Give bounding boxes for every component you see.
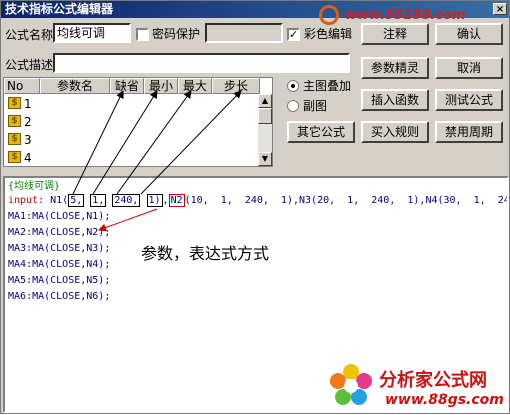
table-row[interactable]: $4: [4, 149, 260, 166]
color-edit-checkbox[interactable]: ✓: [287, 28, 300, 41]
color-edit-label: 彩色编辑: [304, 27, 353, 41]
code-ma-line: MA6:MA(CLOSE,N6);: [8, 291, 111, 302]
code-ma-line: MA1:MA(CLOSE,N1);: [8, 211, 111, 222]
params-wizard-button[interactable]: 参数精灵: [361, 57, 429, 79]
main-overlay-label: 主图叠加: [303, 79, 352, 93]
formula-editor-window: 技术指标公式编辑器 × www.55188.com 公式名称 均线可调 密码保护…: [0, 0, 510, 414]
param-step-box: 1): [146, 194, 163, 207]
main-overlay-radio[interactable]: [287, 80, 299, 92]
confirm-button[interactable]: 确认: [435, 23, 503, 45]
dollar-param-icon: $: [8, 133, 21, 145]
formula-name-input[interactable]: 均线可调: [53, 23, 131, 43]
insert-function-button[interactable]: 插入函数: [361, 89, 429, 111]
buy-rule-button[interactable]: 买入规则: [361, 121, 429, 143]
scroll-down-icon[interactable]: ▼: [258, 152, 272, 166]
watermark-url: www.55188.com: [345, 8, 466, 23]
flower-logo-icon: [330, 364, 372, 405]
row-number: 1: [24, 97, 32, 111]
code-comment-line: {均线可调}: [8, 181, 61, 192]
dollar-param-icon: $: [8, 151, 21, 163]
sub-chart-label: 副图: [303, 99, 328, 113]
code-ma-line: MA5:MA(CLOSE,N5);: [8, 275, 111, 286]
row-number: 2: [24, 115, 32, 129]
col-default[interactable]: 缺省: [110, 78, 144, 94]
n1-name: N1(: [50, 195, 69, 206]
scroll-thumb[interactable]: [258, 108, 272, 124]
annotation-text: 参数，表达式方式: [141, 244, 270, 263]
code-editor[interactable]: {均线可调} input: N1(5, 1, 240, 1), N2 (10, 1,…: [3, 176, 509, 413]
brand-name: 分析家公式网: [379, 370, 487, 391]
code-ma-line: MA4:MA(CLOSE,N4);: [8, 259, 111, 270]
code-ma-line: MA2:MA(CLOSE,N2);: [8, 227, 111, 238]
brand-url: www.88gs.com: [385, 392, 504, 408]
comment-button[interactable]: 注释: [361, 23, 429, 45]
dollar-param-icon: $: [8, 97, 21, 109]
input-keyword: input:: [8, 195, 45, 206]
param-min-box: 1,: [90, 194, 107, 207]
param-max-box: 240,: [112, 194, 141, 207]
code-input-line: input: N1(5, 1, 240, 1), N2 (10, 1, 240, 1…: [8, 194, 509, 208]
parameter-table: No 参数名 缺省 最小 最大 步长 $1 $2 $3 $4 ▲ ▼: [3, 77, 273, 167]
other-formula-button[interactable]: 其它公式: [287, 121, 355, 143]
dollar-param-icon: $: [8, 115, 21, 127]
password-checkbox[interactable]: [136, 28, 149, 41]
param-separator: ,: [162, 195, 169, 206]
test-formula-button[interactable]: 测试公式: [435, 89, 503, 111]
cancel-button[interactable]: 取消: [435, 57, 503, 79]
formula-desc-input[interactable]: [53, 53, 350, 73]
code-ma-line: MA3:MA(CLOSE,N3);: [8, 243, 111, 254]
n2-name-box: N2: [168, 194, 185, 207]
formula-name-value: 均线可调: [57, 26, 106, 40]
password-label: 密码保护: [152, 27, 201, 41]
col-step[interactable]: 步长: [212, 78, 260, 94]
sub-chart-radio[interactable]: [287, 100, 299, 112]
password-input[interactable]: [205, 23, 283, 43]
col-no[interactable]: No: [4, 78, 40, 94]
formula-desc-label: 公式描述: [5, 58, 54, 72]
row-number: 4: [24, 151, 32, 165]
table-row[interactable]: $3: [4, 131, 260, 149]
watermark-logo-icon: [319, 5, 339, 25]
row-number: 3: [24, 133, 32, 147]
scroll-up-icon[interactable]: ▲: [258, 94, 272, 108]
input-rest: (10, 1, 240, 1),N3(20, 1, 240, 1),N4(30,…: [184, 195, 509, 206]
radio-selected-dot: [291, 84, 295, 88]
col-param-name[interactable]: 参数名: [40, 78, 110, 94]
param-default-box: 5,: [68, 194, 85, 207]
window-title: 技术指标公式编辑器: [5, 2, 114, 16]
table-row[interactable]: $2: [4, 113, 260, 131]
brand-watermark: 分析家公式网 www.88gs.com: [325, 358, 507, 411]
table-scrollbar[interactable]: ▲ ▼: [258, 94, 272, 166]
disable-period-button[interactable]: 禁用周期: [435, 121, 503, 143]
col-min[interactable]: 最小: [144, 78, 178, 94]
formula-name-label: 公式名称: [5, 28, 54, 42]
col-max[interactable]: 最大: [178, 78, 212, 94]
parameter-table-header: No 参数名 缺省 最小 最大 步长: [4, 78, 272, 94]
table-row[interactable]: $1: [4, 95, 260, 113]
